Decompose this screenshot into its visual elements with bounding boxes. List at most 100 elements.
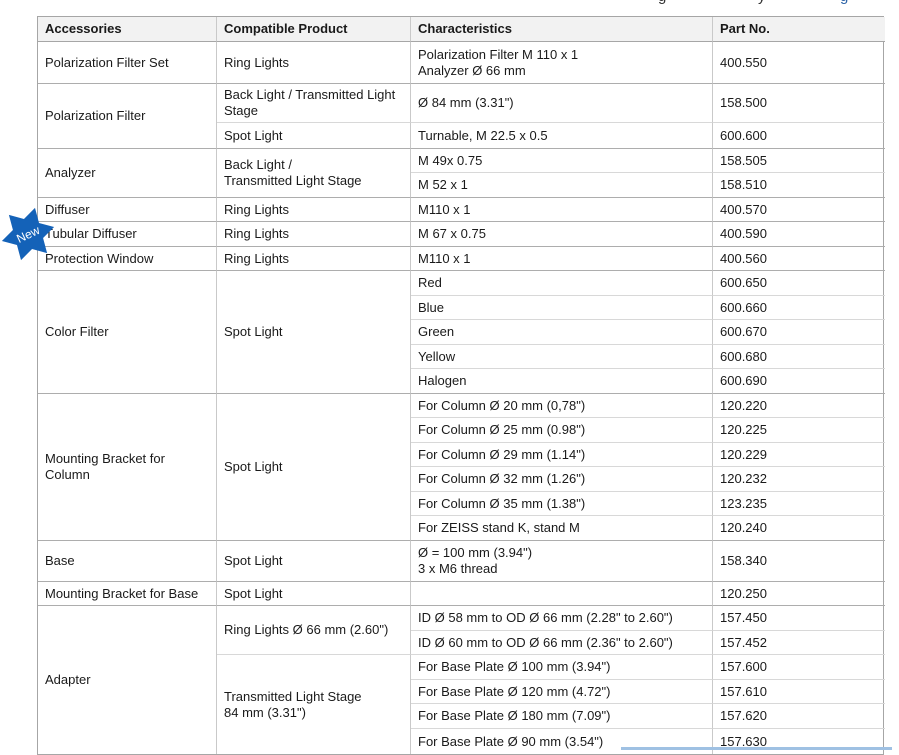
- accessory-cell: Polarization Filter Set: [38, 42, 217, 84]
- part-no-cell: 600.680: [713, 345, 885, 369]
- part-no-cell: 157.630: [713, 729, 885, 754]
- part-no-cell: 123.235: [713, 492, 885, 516]
- star-icon: New: [1, 205, 57, 263]
- characteristics-cell: Polarization Filter M 110 x 1 Analyzer Ø…: [411, 42, 713, 84]
- clipped-text-fragment: y: [758, 0, 766, 5]
- bottom-divider: [621, 747, 892, 750]
- part-no-cell: 600.600: [713, 123, 885, 149]
- characteristics-cell: Red: [411, 271, 713, 296]
- product-cell: Transmitted Light Stage 84 mm (3.31"): [217, 655, 411, 754]
- accessory-cell: Base: [38, 541, 217, 582]
- characteristics-cell: Green: [411, 320, 713, 345]
- product-cell: Ring Lights: [217, 222, 411, 247]
- characteristics-cell: For Base Plate Ø 100 mm (3.94"): [411, 655, 713, 680]
- product-cell: Ring Lights: [217, 198, 411, 222]
- characteristics-cell: M110 x 1: [411, 198, 713, 222]
- col-header-characteristics: Characteristics: [411, 17, 713, 42]
- table-row: Tubular Diffuser Ring Lights M 67 x 0.75…: [38, 222, 885, 247]
- characteristics-cell: ID Ø 60 mm to OD Ø 66 mm (2.36" to 2.60"…: [411, 631, 713, 655]
- table-row: Polarization Filter Back Light / Transmi…: [38, 84, 885, 123]
- product-cell: Spot Light: [217, 394, 411, 541]
- characteristics-cell: M 67 x 0.75: [411, 222, 713, 247]
- characteristics-line: Analyzer Ø 66 mm: [418, 63, 705, 79]
- part-no-cell: 158.340: [713, 541, 885, 582]
- characteristics-line: 3 x M6 thread: [418, 561, 705, 577]
- part-no-cell: 600.690: [713, 369, 885, 394]
- accessory-cell: Protection Window: [38, 247, 217, 271]
- part-no-cell: 158.500: [713, 84, 885, 123]
- part-no-cell: 157.610: [713, 680, 885, 704]
- characteristics-cell: For Column Ø 35 mm (1.38"): [411, 492, 713, 516]
- accessory-cell: Mounting Bracket for Base: [38, 582, 217, 606]
- product-cell: Spot Light: [217, 582, 411, 606]
- col-header-part-no: Part No.: [713, 17, 885, 42]
- characteristics-cell: For Column Ø 29 mm (1.14"): [411, 443, 713, 467]
- part-no-cell: 600.670: [713, 320, 885, 345]
- part-no-cell: 120.229: [713, 443, 885, 467]
- part-no-cell: 120.220: [713, 394, 885, 418]
- characteristics-cell: For Base Plate Ø 180 mm (7.09"): [411, 704, 713, 729]
- table-row: Polarization Filter Set Ring Lights Pola…: [38, 42, 885, 84]
- part-no-cell: 400.550: [713, 42, 885, 84]
- characteristics-cell: Turnable, M 22.5 x 0.5: [411, 123, 713, 149]
- product-cell: Spot Light: [217, 271, 411, 394]
- table-row: Mounting Bracket for Column Spot Light F…: [38, 394, 885, 418]
- part-no-cell: 157.450: [713, 606, 885, 631]
- accessory-cell: Diffuser: [38, 198, 217, 222]
- characteristics-cell: Blue: [411, 296, 713, 320]
- part-no-cell: 400.560: [713, 247, 885, 271]
- accessory-cell: Adapter: [38, 606, 217, 754]
- characteristics-cell: Ø = 100 mm (3.94") 3 x M6 thread: [411, 541, 713, 582]
- part-no-cell: 120.240: [713, 516, 885, 541]
- characteristics-cell: Halogen: [411, 369, 713, 394]
- characteristics-cell: M110 x 1: [411, 247, 713, 271]
- accessories-table: Accessories Compatible Product Character…: [37, 16, 884, 755]
- clipped-text-fragment: g: [840, 0, 848, 5]
- part-no-cell: 120.225: [713, 418, 885, 443]
- characteristics-cell: For Column Ø 20 mm (0,78"): [411, 394, 713, 418]
- part-no-cell: 157.600: [713, 655, 885, 680]
- part-no-cell: 600.660: [713, 296, 885, 320]
- characteristics-cell: For Column Ø 25 mm (0.98"): [411, 418, 713, 443]
- table-header-row: Accessories Compatible Product Character…: [38, 17, 885, 42]
- part-no-cell: 400.570: [713, 198, 885, 222]
- characteristics-cell: Ø 84 mm (3.31"): [411, 84, 713, 123]
- characteristics-cell: ID Ø 58 mm to OD Ø 66 mm (2.28" to 2.60"…: [411, 606, 713, 631]
- characteristics-cell: M 49x 0.75: [411, 149, 713, 173]
- table-row: Mounting Bracket for Base Spot Light 120…: [38, 582, 885, 606]
- characteristics-cell: For ZEISS stand K, stand M: [411, 516, 713, 541]
- characteristics-cell: [411, 582, 713, 606]
- part-no-cell: 157.620: [713, 704, 885, 729]
- part-no-cell: 158.510: [713, 173, 885, 198]
- table-row: Protection Window Ring Lights M110 x 1 4…: [38, 247, 885, 271]
- product-cell: Ring Lights: [217, 247, 411, 271]
- part-no-cell: 120.250: [713, 582, 885, 606]
- product-cell: Ring Lights: [217, 42, 411, 84]
- new-badge: New: [1, 205, 57, 263]
- product-cell: Spot Light: [217, 123, 411, 149]
- product-cell: Spot Light: [217, 541, 411, 582]
- col-header-compatible-product: Compatible Product: [217, 17, 411, 42]
- product-line: 84 mm (3.31"): [224, 705, 403, 721]
- product-cell: Ring Lights Ø 66 mm (2.60"): [217, 606, 411, 655]
- part-no-cell: 157.452: [713, 631, 885, 655]
- table-row: Color Filter Spot Light Red 600.650: [38, 271, 885, 296]
- part-no-cell: 600.650: [713, 271, 885, 296]
- characteristics-line: Polarization Filter M 110 x 1: [418, 47, 705, 63]
- product-line: Transmitted Light Stage: [224, 173, 403, 189]
- accessory-cell: Tubular Diffuser: [38, 222, 217, 247]
- characteristics-cell: Yellow: [411, 345, 713, 369]
- accessory-cell: Color Filter: [38, 271, 217, 394]
- table-row: Diffuser Ring Lights M110 x 1 400.570: [38, 198, 885, 222]
- characteristics-cell: For Base Plate Ø 120 mm (4.72"): [411, 680, 713, 704]
- characteristics-cell: M 52 x 1: [411, 173, 713, 198]
- characteristics-cell: For Base Plate Ø 90 mm (3.54"): [411, 729, 713, 754]
- product-line: Back Light /: [224, 157, 403, 173]
- accessory-cell: Polarization Filter: [38, 84, 217, 149]
- part-no-cell: 400.590: [713, 222, 885, 247]
- part-no-cell: 120.232: [713, 467, 885, 492]
- accessory-cell: Analyzer: [38, 149, 217, 198]
- characteristics-line: Ø = 100 mm (3.94"): [418, 545, 705, 561]
- characteristics-cell: For Column Ø 32 mm (1.26"): [411, 467, 713, 492]
- product-cell: Back Light / Transmitted Light Stage: [217, 84, 411, 123]
